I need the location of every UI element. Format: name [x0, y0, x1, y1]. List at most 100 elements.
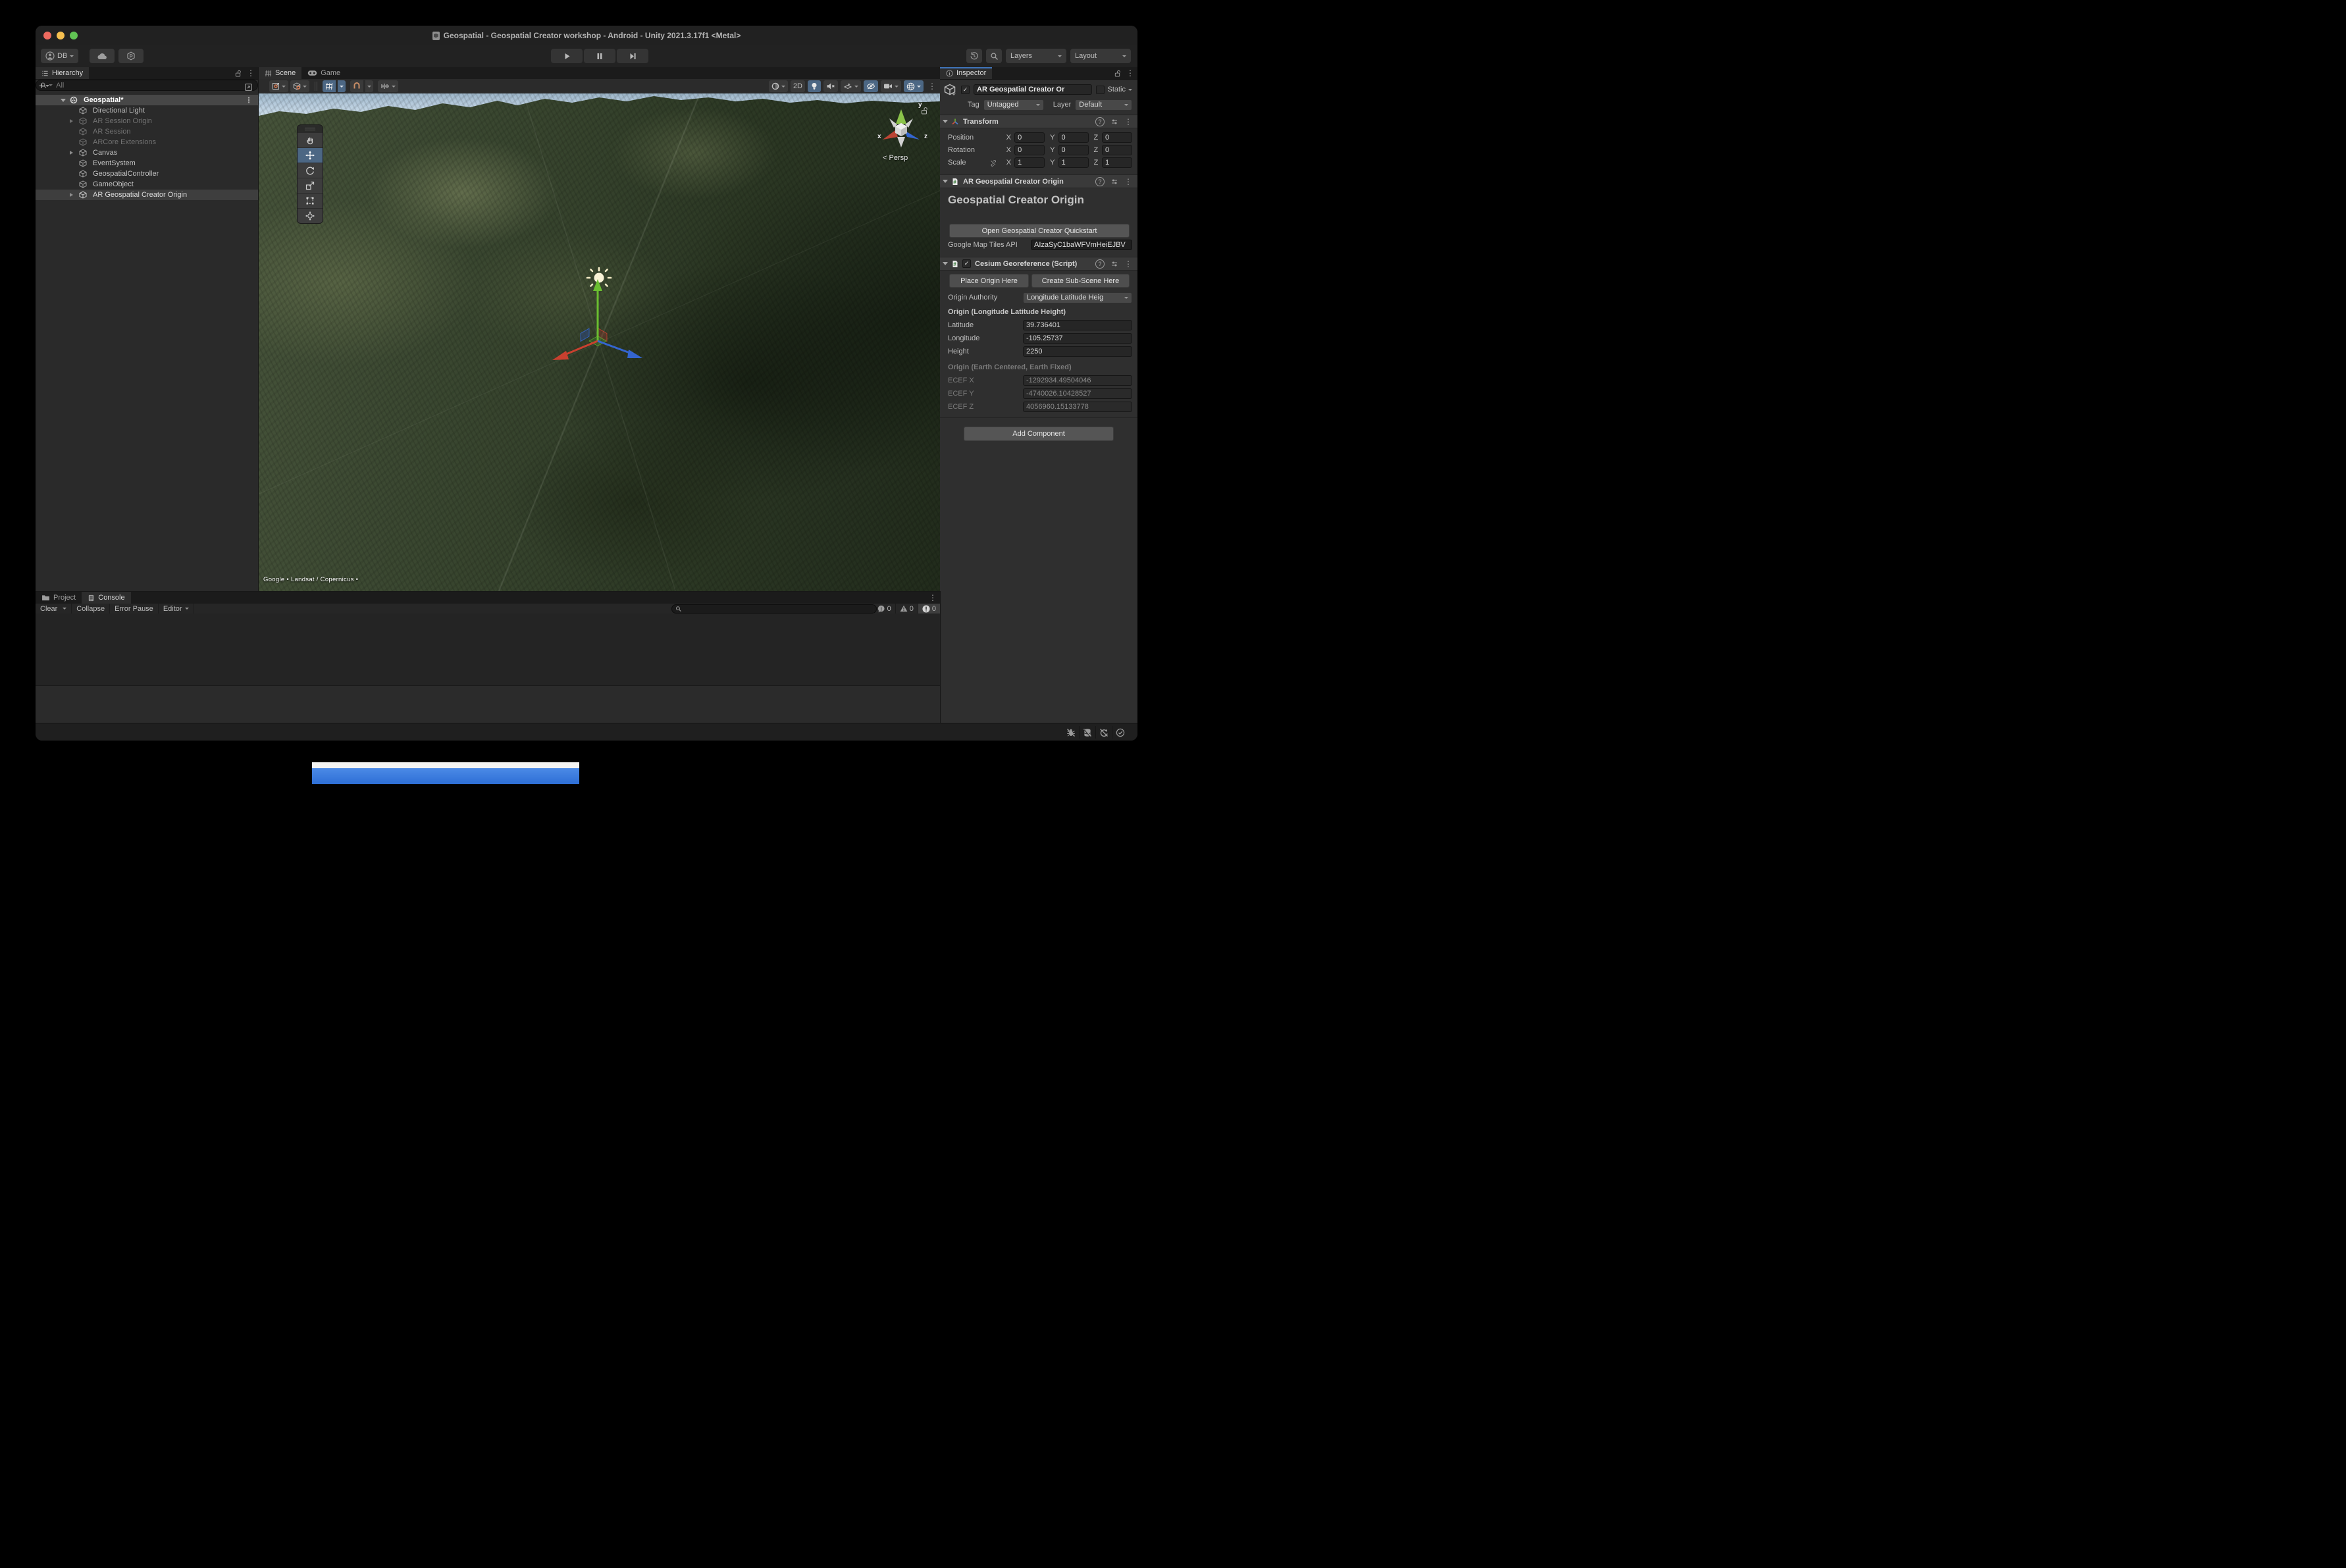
hierarchy-search-input[interactable] [55, 80, 253, 90]
kebab-menu-icon[interactable]: ⋮ [247, 69, 255, 77]
lock-icon[interactable] [234, 70, 242, 77]
transform-component-header[interactable]: Transform ? ⋮ [940, 115, 1137, 128]
gizmo-lock-icon[interactable] [920, 107, 928, 115]
hierarchy-row[interactable]: EventSystem [36, 158, 258, 169]
snap-dropdown[interactable] [365, 80, 373, 92]
api-key-field[interactable] [1031, 240, 1132, 250]
open-quickstart-button[interactable]: Open Geospatial Creator Quickstart [949, 224, 1130, 238]
pause-button[interactable] [584, 49, 615, 63]
kebab-menu-icon[interactable]: ⋮ [929, 594, 937, 602]
view-hand-tool[interactable] [298, 132, 323, 147]
origin-authority-dropdown[interactable]: Longitude Latitude Heig [1023, 292, 1132, 303]
snap-increment-dropdown[interactable] [378, 80, 398, 92]
kebab-menu-icon[interactable]: ⋮ [1124, 260, 1132, 268]
component-enabled-checkbox[interactable]: ✓ [962, 259, 971, 268]
help-icon[interactable]: ? [1095, 259, 1105, 269]
clear-dropdown[interactable] [60, 604, 72, 614]
active-checkbox[interactable]: ✓ [961, 85, 970, 94]
info-count-toggle[interactable]: 0 [872, 604, 895, 614]
cache-server-button[interactable] [1079, 726, 1095, 739]
hierarchy-row-scene[interactable]: Geospatial* ⋮ [36, 95, 258, 105]
hierarchy-row-selected[interactable]: AR Geospatial Creator Origin [36, 190, 258, 200]
position-z-field[interactable] [1101, 132, 1132, 143]
gameobject-name-field[interactable] [974, 84, 1093, 95]
hierarchy-row[interactable]: GameObject [36, 179, 258, 190]
debugger-detached-button[interactable] [1063, 726, 1079, 739]
console-detail-pane[interactable] [36, 685, 940, 723]
place-origin-here-button[interactable]: Place Origin Here [949, 274, 1029, 288]
scale-y-field[interactable] [1058, 157, 1089, 168]
move-gizmo[interactable] [548, 266, 647, 373]
grid-visibility-toggle[interactable] [323, 80, 336, 92]
hierarchy-row[interactable]: ARCore Extensions [36, 137, 258, 147]
rotate-tool[interactable] [298, 163, 323, 178]
transform-tool[interactable] [298, 208, 323, 223]
cloud-services-button[interactable] [90, 49, 115, 63]
hierarchy-row[interactable]: AR Session Origin [36, 116, 258, 126]
clear-button[interactable]: Clear [36, 604, 60, 614]
lock-icon[interactable] [1114, 70, 1121, 77]
plastic-scm-button[interactable] [118, 49, 143, 63]
console-search-input[interactable] [684, 604, 873, 614]
activity-ok-button[interactable] [1112, 726, 1128, 739]
palette-drag-handle[interactable] [298, 125, 323, 132]
effects-dropdown[interactable] [841, 80, 861, 92]
hierarchy-row[interactable]: Directional Light [36, 105, 258, 116]
hierarchy-row[interactable]: AR Session [36, 126, 258, 137]
hierarchy-search-field[interactable] [36, 80, 258, 91]
grid-visibility-dropdown[interactable] [338, 80, 346, 92]
tab-game[interactable]: Game [301, 67, 346, 79]
warning-count-toggle[interactable]: 0 [895, 604, 918, 614]
geo-origin-component-header[interactable]: AR Geospatial Creator Origin ? ⋮ [940, 174, 1137, 188]
kebab-menu-icon[interactable]: ⋮ [1124, 178, 1132, 186]
link-broken-icon[interactable] [990, 159, 997, 167]
account-dropdown[interactable]: DB [41, 49, 79, 63]
scene-orientation-gizmo[interactable] [875, 103, 927, 155]
hierarchy-row[interactable]: GeospatialController [36, 169, 258, 179]
presets-icon[interactable] [1110, 260, 1118, 268]
tab-project[interactable]: Project [36, 592, 82, 604]
position-x-field[interactable] [1014, 132, 1045, 143]
scale-x-field[interactable] [1014, 157, 1045, 168]
scale-tool[interactable] [298, 178, 323, 193]
cesium-component-header[interactable]: ✓ Cesium Georeference (Script) ? ⋮ [940, 257, 1137, 271]
camera-settings-dropdown[interactable] [881, 80, 901, 92]
kebab-menu-icon[interactable]: ⋮ [928, 82, 936, 90]
scene-picker-icon[interactable] [244, 83, 253, 91]
rotation-y-field[interactable] [1058, 145, 1089, 155]
rotation-z-field[interactable] [1101, 145, 1132, 155]
presets-icon[interactable] [1110, 178, 1118, 186]
rect-tool[interactable] [298, 193, 323, 208]
move-tool[interactable] [298, 147, 323, 163]
2d-toggle[interactable]: 2D [790, 80, 805, 92]
tool-handle-position-dropdown[interactable] [269, 80, 288, 92]
height-field[interactable] [1023, 346, 1132, 357]
position-y-field[interactable] [1058, 132, 1089, 143]
global-search-button[interactable] [986, 49, 1002, 63]
tab-inspector[interactable]: Inspector [940, 67, 993, 79]
scene-lighting-toggle[interactable] [808, 80, 821, 92]
scene-viewport[interactable]: y x z < Persp Google • Landsat / Coperni… [259, 93, 940, 591]
editor-dropdown[interactable]: Editor [159, 604, 194, 614]
console-search-field[interactable] [671, 604, 877, 614]
kebab-menu-icon[interactable]: ⋮ [1126, 69, 1134, 77]
draw-mode-dropdown[interactable] [768, 80, 788, 92]
collapse-button[interactable]: Collapse [72, 604, 111, 614]
layers-dropdown[interactable]: Layers [1006, 49, 1066, 63]
tool-handle-rotation-dropdown[interactable] [290, 80, 309, 92]
longitude-field[interactable] [1023, 333, 1132, 344]
hierarchy-row[interactable]: Canvas [36, 147, 258, 158]
create-subscene-button[interactable]: Create Sub-Scene Here [1031, 274, 1130, 288]
title-bar[interactable]: Geospatial - Geospatial Creator workshop… [36, 26, 1137, 46]
latitude-field[interactable] [1023, 320, 1132, 330]
tab-hierarchy[interactable]: Hierarchy [36, 67, 90, 79]
static-dropdown-icon[interactable] [1128, 88, 1132, 91]
play-button[interactable] [551, 49, 583, 63]
kebab-menu-icon[interactable]: ⋮ [245, 96, 253, 104]
auto-refresh-button[interactable] [1095, 726, 1112, 739]
tag-dropdown[interactable]: Untagged [983, 99, 1044, 111]
tab-console[interactable]: Console [82, 592, 131, 604]
scale-z-field[interactable] [1102, 157, 1133, 168]
help-icon[interactable]: ? [1095, 176, 1105, 186]
static-checkbox[interactable] [1096, 85, 1105, 94]
